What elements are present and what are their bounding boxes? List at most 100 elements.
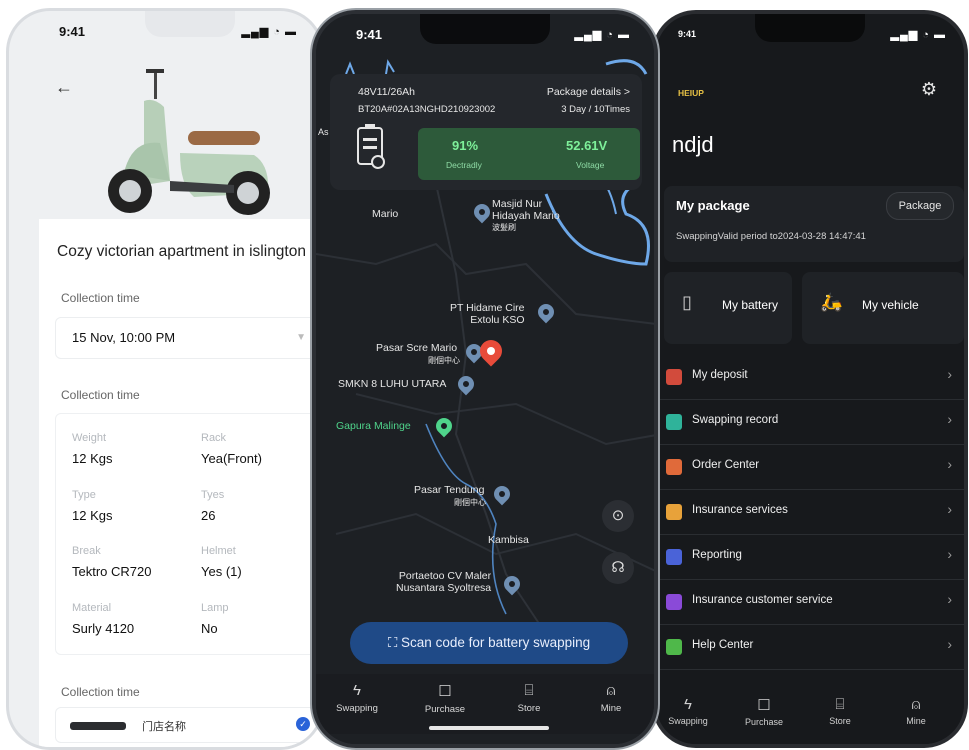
my-vehicle-label: My vehicle (862, 298, 919, 312)
collection-time-select[interactable]: 15 Nov, 10:00 PM ▼ (55, 317, 317, 359)
person-icon: ⍝ (911, 696, 921, 713)
my-vehicle-tile[interactable]: 🛵 My vehicle (802, 272, 964, 344)
tab-purchase[interactable]: ☐ Purchase (410, 682, 480, 715)
spec-item: Helmet Yes (1) (201, 545, 242, 579)
bag-icon: ☐ (438, 683, 452, 700)
status-bar: 9:41 ▂▄▆ ◔ ▬ (316, 14, 654, 54)
map-label-sub: 波髪刷 (492, 223, 516, 232)
spec-item: Type 12 Kgs (72, 489, 112, 523)
tab-swapping[interactable]: ϟ Swapping (322, 682, 392, 714)
menu-item-customer-service[interactable]: Insurance customer service › (656, 581, 964, 625)
chevron-right-icon: › (947, 411, 952, 427)
phone-map: 9:41 ▂▄▆ ◔ ▬ 48V11/26Ah Package details … (312, 10, 658, 748)
check-icon: ✓ (296, 717, 310, 731)
tab-label: Mine (600, 703, 622, 714)
spec-value: Surly 4120 (72, 621, 135, 636)
support-headset-icon[interactable]: ☊ (602, 552, 634, 584)
package-button[interactable]: Package (886, 192, 954, 220)
charge-percent: 91% (452, 138, 479, 153)
spec-key: Weight (72, 432, 107, 444)
scooter-image (108, 69, 270, 215)
battery-icon: ▯ (682, 292, 692, 312)
tab-purchase[interactable]: ☐ Purchase (734, 696, 794, 727)
menu-item-reporting[interactable]: Reporting › (656, 536, 964, 580)
chevron-right-icon: › (947, 636, 952, 652)
tab-bar: ϟ Swapping ☐ Purchase ⌸ Store ⍝ Mine (656, 690, 964, 744)
tab-label: Swapping (668, 716, 708, 726)
tab-mine[interactable]: ⍝ Mine (886, 696, 946, 726)
scan-battery-button[interactable]: ⛶ Scan code for battery swapping (350, 622, 628, 664)
menu-item-swapping-record[interactable]: Swapping record › (656, 401, 964, 445)
tab-store[interactable]: ⌸ Store (810, 696, 870, 726)
menu-label: Order Center (692, 459, 760, 471)
store-option[interactable]: 门店名称 ✓ (55, 707, 319, 743)
menu-item-order-center[interactable]: Order Center › (656, 446, 964, 490)
tab-label: Store (829, 716, 851, 726)
chevron-right-icon: › (947, 366, 952, 382)
map-label: As (318, 127, 329, 137)
status-time: 9:41 (59, 23, 86, 39)
map-label-sub: 剛個中心 (454, 498, 486, 507)
spec-key: Lamp (201, 602, 229, 614)
tab-store[interactable]: ⌸ Store (494, 682, 564, 714)
store-name: 门店名称 (142, 721, 186, 733)
menu-label: My deposit (692, 369, 748, 381)
package-details-link[interactable]: Package details > (547, 86, 630, 98)
battery-info-card: 48V11/26Ah Package details > BT20A#02A13… (330, 74, 642, 190)
phone-profile: 9:41 ▂▄▆ ◔ ▬ HEIUP ⚙ ndjd My package Pac… (652, 10, 968, 748)
status-time: 9:41 (678, 29, 697, 39)
spec-item: Break Tektro CR720 (72, 545, 151, 579)
tab-swapping[interactable]: ϟ Swapping (658, 696, 718, 726)
my-battery-tile[interactable]: ▯ My battery (664, 272, 792, 344)
status-time: 9:41 (356, 26, 383, 42)
spec-item: Material Surly 4120 (72, 602, 134, 636)
voltage-value: 52.61V (566, 138, 608, 153)
collection-label: Collection time (61, 388, 140, 402)
tab-label: Mine (906, 716, 926, 726)
charge-label: Dectradly (446, 160, 482, 170)
spec-key: Material (72, 602, 112, 614)
menu-label: Swapping record (692, 414, 779, 426)
map-label: Mario (372, 208, 399, 220)
lightning-icon: ϟ (353, 682, 361, 699)
status-icons: ▂▄▆ ◔ ▬ (241, 25, 297, 38)
my-battery-label: My battery (722, 298, 779, 312)
battery-icon (357, 124, 385, 169)
map-label: PT Hidame Cire Extolu KSO (450, 302, 525, 326)
locate-me-icon[interactable]: ⊙ (602, 500, 634, 532)
menu-item-insurance-services[interactable]: Insurance services › (656, 491, 964, 535)
phone-icon (666, 594, 682, 610)
spec-item: Lamp No (201, 602, 229, 636)
usage-count: 3 Day / 10Times (561, 104, 630, 115)
lightning-icon: ϟ (684, 696, 692, 713)
back-arrow-icon[interactable]: ← (55, 77, 73, 98)
map-label-sub: 剛個中心 (428, 356, 460, 365)
deposit-icon (666, 369, 682, 385)
package-title: My package (676, 198, 750, 213)
tab-label: Swapping (336, 703, 378, 714)
spec-item: Weight 12 Kgs (72, 432, 112, 466)
collection-label: Collection time (61, 291, 140, 305)
scan-button-label: Scan code for battery swapping (401, 635, 591, 650)
collection-label: Collection time (61, 685, 140, 699)
spec-grid: Weight 12 Kgs Rack Yea(Front) Type 12 Kgs T… (55, 413, 319, 655)
reporting-icon (666, 549, 682, 565)
order-icon (666, 459, 682, 475)
phone-vehicle-details: 9:41 ▂▄▆ ◔ ▬ ← Cozy victorian apartment … (6, 8, 324, 750)
spec-key: Type (72, 489, 96, 501)
tab-bar: ϟ Swapping ☐ Purchase ⌸ Store ⍝ Mine (316, 674, 654, 734)
spec-value: Yea(Front) (201, 451, 262, 466)
tab-label: Store (517, 703, 541, 714)
tab-mine[interactable]: ⍝ Mine (576, 682, 646, 714)
divider (656, 669, 964, 670)
listing-title: Cozy victorian apartment in islington (57, 243, 306, 260)
spec-value: Tektro CR720 (72, 564, 152, 579)
divider (656, 399, 964, 400)
menu-item-help-center[interactable]: Help Center › (656, 626, 964, 670)
divider (656, 624, 964, 625)
spec-key: Break (72, 545, 101, 557)
menu-item-deposit[interactable]: My deposit › (656, 356, 964, 400)
status-bar: 9:41 ▂▄▆ ◔ ▬ (656, 14, 964, 54)
gear-icon[interactable]: ⚙ (918, 78, 940, 100)
brand-logo: HEIUP (678, 88, 704, 98)
